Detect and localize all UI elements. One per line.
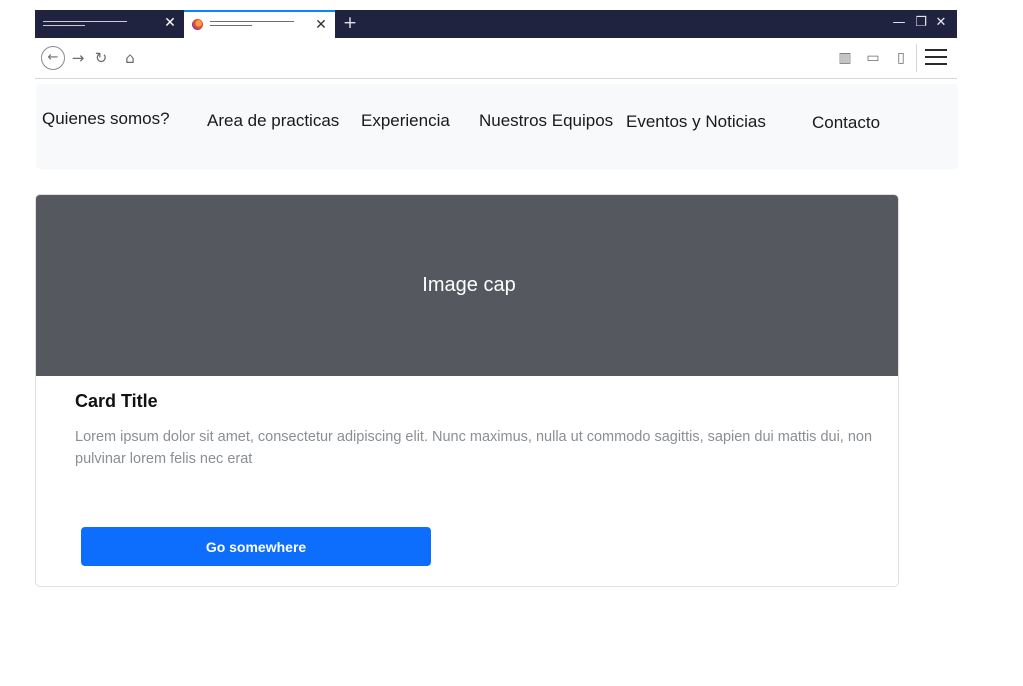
go-somewhere-button[interactable]: Go somewhere (81, 527, 431, 566)
home-icon[interactable]: ⌂ (118, 46, 142, 70)
sidebar-icon[interactable]: ▯ (891, 49, 911, 67)
browser-tab-active[interactable]: ✕ (184, 10, 335, 38)
site-navigation: Quienes somos? Area de practicas Experie… (36, 84, 958, 169)
hamburger-menu-icon[interactable] (925, 49, 947, 65)
nav-link-area-de-practicas[interactable]: Area de practicas (207, 111, 339, 131)
toolbar-divider (916, 44, 917, 72)
nav-link-nuestros-equipos[interactable]: Nuestros Equipos (479, 111, 613, 131)
nav-link-eventos-y-noticias[interactable]: Eventos y Noticias (626, 112, 766, 132)
reload-icon[interactable]: ↻ (89, 46, 113, 70)
tab-title-placeholder (43, 21, 127, 22)
firefox-icon (192, 19, 203, 30)
nav-link-contacto[interactable]: Contacto (812, 113, 880, 133)
close-icon[interactable]: ✕ (313, 16, 329, 34)
library-icon[interactable]: ▥ (835, 49, 855, 67)
window-close-icon[interactable]: ✕ (932, 14, 950, 32)
browser-tab[interactable]: ✕ (35, 10, 184, 38)
tab-title-placeholder (210, 25, 252, 26)
browser-toolbar: ← → ↻ ⌂ ▥ ▭ ▯ (35, 38, 957, 79)
nav-link-quienes-somos[interactable]: Quienes somos? (42, 109, 170, 129)
browser-tab-bar: ✕ ✕ + — ❐ ✕ (35, 10, 957, 38)
close-icon[interactable]: ✕ (162, 14, 178, 32)
forward-icon[interactable]: → (66, 46, 90, 70)
nav-link-experiencia[interactable]: Experiencia (361, 111, 450, 131)
minimize-icon[interactable]: — (890, 14, 908, 32)
reader-icon[interactable]: ▭ (863, 49, 883, 67)
plus-icon[interactable]: + (341, 13, 359, 33)
card-text: Lorem ipsum dolor sit amet, consectetur … (75, 429, 873, 467)
card-image-cap: Image cap (422, 274, 516, 296)
tab-title-placeholder (43, 25, 85, 26)
card: Image cap Card Title Lorem ipsum dolor s… (35, 194, 899, 587)
card-title: Card Title (75, 391, 158, 411)
restore-icon[interactable]: ❐ (912, 14, 930, 32)
back-icon[interactable]: ← (41, 46, 65, 70)
tab-title-placeholder (210, 21, 294, 22)
